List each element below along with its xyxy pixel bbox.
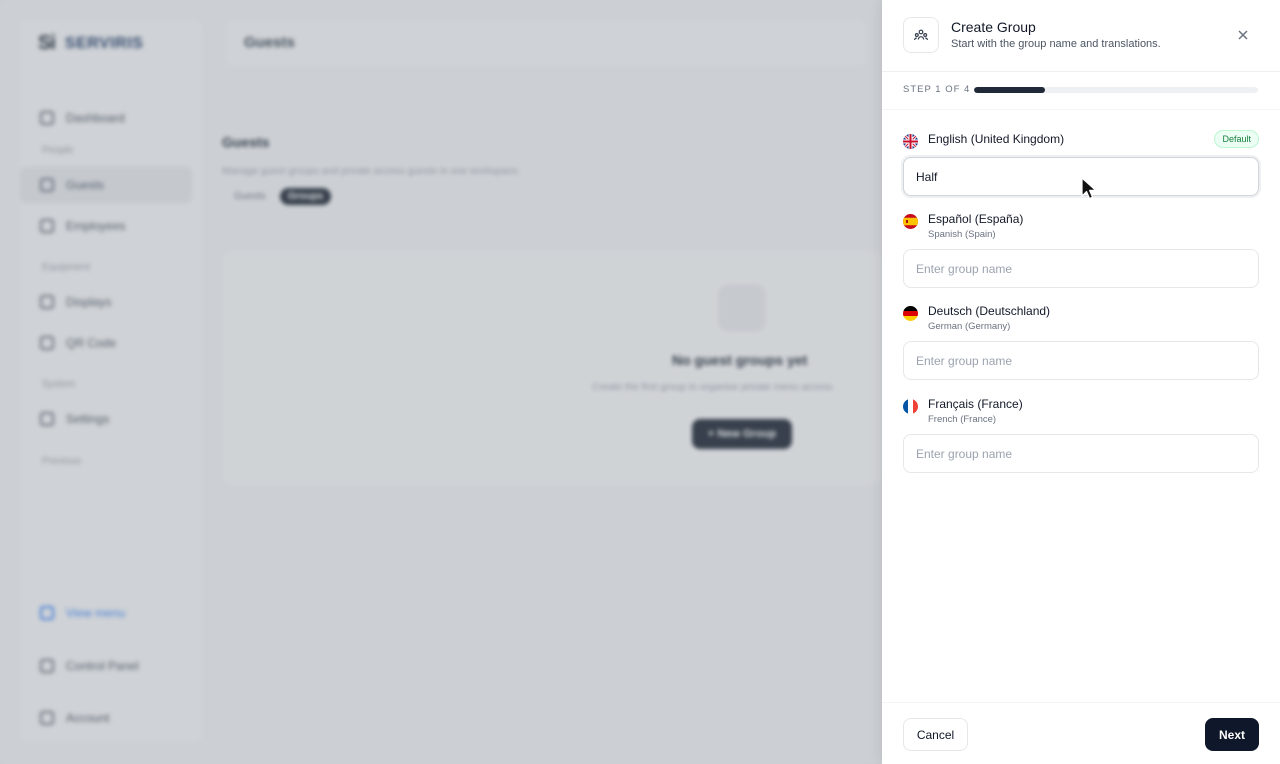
modal-overlay[interactable] <box>0 0 882 764</box>
language-name: English (United Kingdom) <box>928 132 1065 146</box>
language-name: Español (España) <box>928 212 1024 226</box>
germany-flag-icon <box>903 306 918 321</box>
language-es-es: Español (España) Spanish (Spain) <box>903 210 1259 288</box>
drawer-subtitle: Start with the group name and translatio… <box>951 38 1161 50</box>
drawer-footer: Cancel Next <box>882 702 1280 764</box>
uk-flag-icon <box>903 134 918 149</box>
group-name-input-de[interactable] <box>903 341 1259 380</box>
progress-bar-fill <box>974 87 1045 93</box>
language-header: English (United Kingdom) Default <box>903 130 1259 160</box>
step-indicator: STEP 1 OF 4 <box>882 72 1280 110</box>
group-icon <box>903 17 939 53</box>
drawer-header: Create Group Start with the group name a… <box>882 0 1280 72</box>
close-icon[interactable] <box>1234 26 1252 44</box>
default-badge: Default <box>1214 130 1259 148</box>
group-name-input-en[interactable] <box>903 157 1259 196</box>
language-header: Deutsch (Deutschland) German (Germany) <box>903 302 1259 332</box>
language-header: Español (España) Spanish (Spain) <box>903 210 1259 240</box>
language-native-name: French (France) <box>928 414 997 425</box>
create-group-drawer: Create Group Start with the group name a… <box>882 0 1280 764</box>
drawer-title: Create Group <box>951 19 1036 35</box>
language-native-name: German (Germany) <box>928 321 1011 332</box>
language-header: Français (France) French (France) <box>903 395 1259 425</box>
language-de-de: Deutsch (Deutschland) German (Germany) <box>903 302 1259 380</box>
cancel-button[interactable]: Cancel <box>903 718 968 751</box>
spain-flag-icon <box>903 214 918 229</box>
language-native-name: Spanish (Spain) <box>928 229 996 240</box>
language-name: Français (France) <box>928 397 1023 411</box>
next-button[interactable]: Next <box>1205 718 1259 751</box>
group-name-input-fr[interactable] <box>903 434 1259 473</box>
progress-bar <box>974 87 1258 93</box>
france-flag-icon <box>903 399 918 414</box>
language-fr-fr: Français (France) French (France) <box>903 395 1259 473</box>
step-label: STEP 1 OF 4 <box>903 84 971 95</box>
group-name-input-es[interactable] <box>903 249 1259 288</box>
language-en-gb: English (United Kingdom) Default <box>903 130 1259 196</box>
language-name: Deutsch (Deutschland) <box>928 304 1051 318</box>
